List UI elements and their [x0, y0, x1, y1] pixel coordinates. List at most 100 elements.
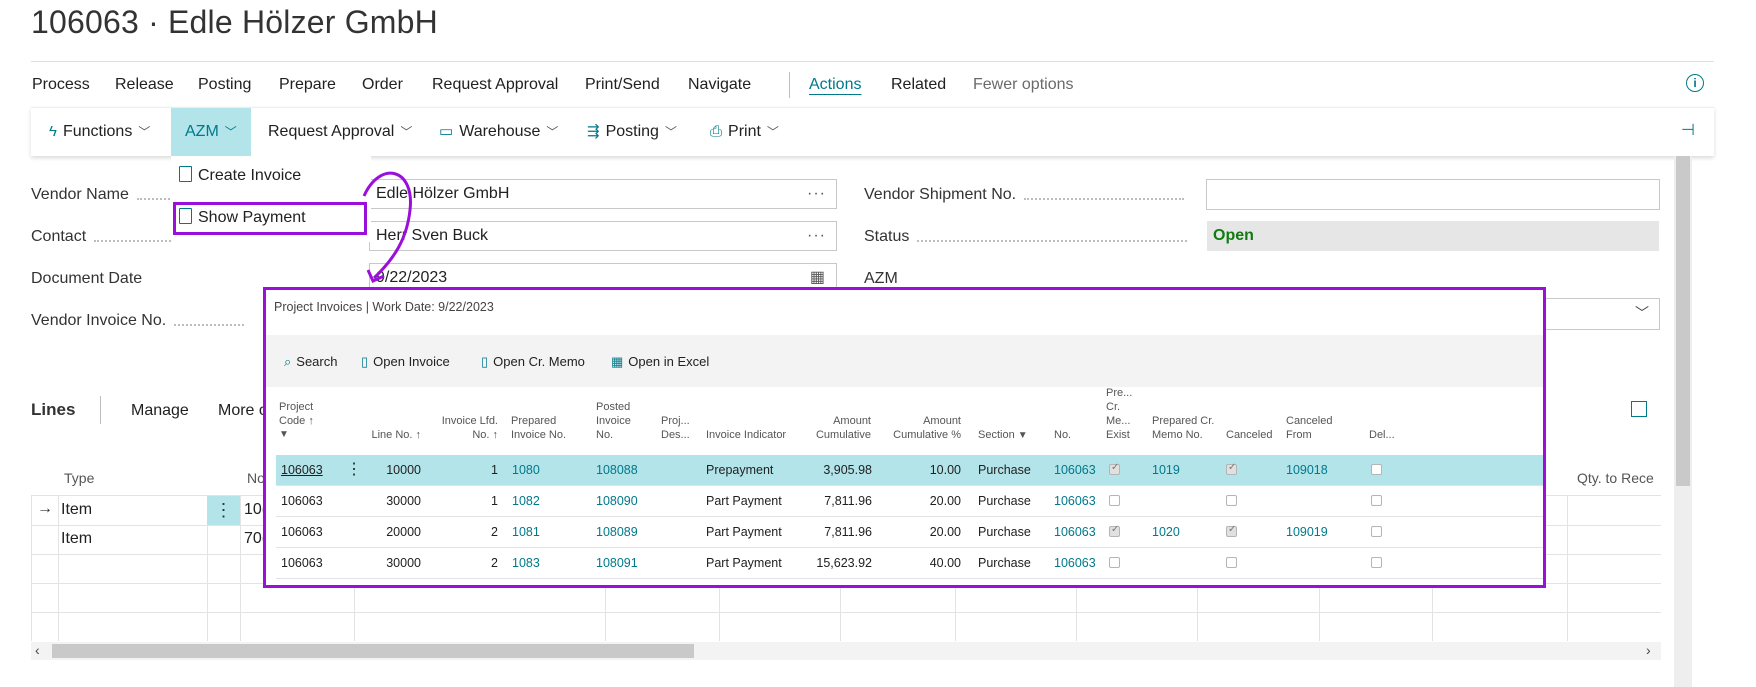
tab-prepare[interactable]: Prepare — [279, 76, 336, 94]
scroll-right-icon[interactable]: › — [1646, 642, 1651, 658]
cell-posted-invoice[interactable]: 108088 — [596, 463, 638, 477]
header-del[interactable]: Del... — [1369, 428, 1395, 442]
line-type[interactable]: Item — [61, 501, 92, 519]
vendor-shipment-label: Vendor Shipment No. — [864, 186, 1185, 204]
header-no[interactable]: No. — [1054, 428, 1071, 442]
status-label: Status — [864, 228, 1188, 246]
tab-request-approval[interactable]: Request Approval — [432, 76, 558, 94]
functions-button[interactable]: ϟ Functions ﹀ — [49, 108, 150, 156]
expand-icon[interactable] — [1631, 401, 1647, 417]
cell-canceled-from[interactable]: 109019 — [1286, 525, 1328, 539]
vendor-shipment-field[interactable] — [1206, 179, 1660, 210]
cell-no[interactable]: 106063 — [1054, 525, 1096, 539]
tab-posting[interactable]: Posting — [198, 76, 251, 94]
create-invoice-menu-item[interactable]: Create Invoice — [179, 166, 301, 185]
contact-field[interactable]: Herr Sven Buck ··· — [369, 221, 837, 251]
open-cr-memo-button[interactable]: ▯ Open Cr. Memo — [481, 354, 585, 370]
cell-no[interactable]: 106063 — [1054, 463, 1096, 477]
header-prepared-invoice[interactable]: Prepared Invoice No. — [511, 414, 566, 442]
header-pre-cr-exist[interactable]: Pre... Cr. Me... Exist — [1106, 386, 1132, 442]
cell-project-code[interactable]: 106063 — [281, 525, 323, 539]
popup-search-button[interactable]: ⌕ Search — [284, 354, 337, 370]
cell-no[interactable]: 106063 — [1054, 556, 1096, 570]
cell-project-code[interactable]: 106063 — [281, 494, 323, 508]
cell-project-code[interactable]: 106063 — [281, 463, 323, 477]
tab-fewer-options[interactable]: Fewer options — [973, 76, 1074, 94]
row-menu-icon[interactable]: ⋮ — [207, 496, 240, 525]
tab-related[interactable]: Related — [891, 76, 946, 94]
header-amount-cumulative[interactable]: Amount Cumulative — [796, 414, 871, 442]
row-menu-icon[interactable]: ⋮ — [346, 459, 362, 479]
header-line-no[interactable]: Line No. ↑ — [361, 414, 421, 442]
cell-canceled-from[interactable]: 109018 — [1286, 463, 1328, 477]
checkbox-cr-memo-exist[interactable] — [1109, 524, 1120, 537]
table-row[interactable]: 106063 20000 2 1081 108089 Part Payment … — [276, 517, 1543, 548]
chevron-down-icon: ﹀ — [546, 125, 559, 139]
tab-print-send[interactable]: Print/Send — [585, 76, 660, 94]
grid-line — [240, 496, 241, 641]
cell-prepared-invoice[interactable]: 1082 — [512, 494, 540, 508]
cell-posted-invoice[interactable]: 108090 — [596, 494, 638, 508]
lines-more-options[interactable]: More o — [218, 402, 268, 420]
lines-manage-tab[interactable]: Manage — [131, 402, 189, 420]
tab-navigate[interactable]: Navigate — [688, 76, 751, 94]
header-proj-des[interactable]: Proj... Des... — [661, 414, 690, 442]
cell-posted-invoice[interactable]: 108089 — [596, 525, 638, 539]
warehouse-button[interactable]: ▭ Warehouse ﹀ — [439, 108, 558, 156]
table-row[interactable]: 106063 ⋮ 10000 1 1080 108088 Prepayment … — [276, 455, 1543, 486]
checkbox-canceled[interactable] — [1226, 557, 1237, 568]
checkbox-del[interactable] — [1371, 526, 1382, 537]
cell-prepared-invoice[interactable]: 1081 — [512, 525, 540, 539]
cell-invoice-indicator: Part Payment — [706, 494, 782, 508]
pin-icon[interactable]: ⊣ — [1681, 120, 1695, 140]
cell-prepared-cr-memo[interactable]: 1020 — [1152, 525, 1180, 539]
request-approval-button[interactable]: Request Approval ﹀ — [268, 108, 412, 156]
header-prepared-cr-memo[interactable]: Prepared Cr. Memo No. — [1152, 414, 1214, 442]
open-invoice-button[interactable]: ▯ Open Invoice — [361, 354, 450, 370]
checkbox-cr-memo-exist[interactable] — [1109, 495, 1120, 506]
header-invoice-lfd[interactable]: Invoice Lfd. No. ↑ — [426, 414, 498, 442]
azm-button[interactable]: AZM ﹀ — [171, 108, 251, 156]
checkbox-del[interactable] — [1371, 557, 1382, 568]
vendor-name-field[interactable]: Edle Hölzer GmbH ··· — [369, 179, 837, 209]
tab-actions[interactable]: Actions — [809, 76, 861, 94]
document-date-field[interactable]: 9/22/2023 ▦ — [369, 263, 837, 287]
print-button[interactable]: ⎙ Print ﹀ — [710, 108, 779, 156]
table-row[interactable]: 106063 30000 1 1082 108090 Part Payment … — [276, 486, 1543, 517]
horizontal-scroll-thumb[interactable] — [52, 644, 694, 658]
grid-line — [58, 496, 59, 641]
checkbox-cr-memo-exist[interactable] — [1109, 557, 1120, 568]
header-project-code[interactable]: Project Code ↑ ▼ — [279, 400, 314, 442]
table-row[interactable]: 106063 30000 2 1083 108091 Part Payment … — [276, 548, 1543, 579]
header-invoice-indicator[interactable]: Invoice Indicator — [706, 428, 786, 442]
open-excel-button[interactable]: ▦ Open in Excel — [611, 354, 709, 370]
cell-prepared-cr-memo[interactable]: 1019 — [1152, 463, 1180, 477]
vertical-scroll-thumb[interactable] — [1676, 156, 1690, 486]
checkbox-canceled[interactable] — [1226, 495, 1237, 506]
document-icon: ▯ — [361, 354, 369, 369]
checkbox-canceled[interactable] — [1226, 524, 1237, 537]
checkbox-del[interactable] — [1371, 495, 1382, 506]
header-section[interactable]: Section ▼ — [978, 428, 1028, 443]
cell-no[interactable]: 106063 — [1054, 494, 1096, 508]
cell-prepared-invoice[interactable]: 1080 — [512, 463, 540, 477]
tab-process[interactable]: Process — [32, 76, 90, 94]
info-icon[interactable]: i — [1686, 74, 1704, 92]
tab-order[interactable]: Order — [362, 76, 403, 94]
header-canceled-from[interactable]: Canceled From — [1286, 414, 1332, 442]
header-posted-invoice[interactable]: Posted Invoice No. — [596, 400, 631, 442]
posting-button[interactable]: ⇶ Posting ﹀ — [587, 108, 677, 156]
cell-project-code[interactable]: 106063 — [281, 556, 323, 570]
header-amount-cumulative-pct[interactable]: Amount Cumulative % — [881, 414, 961, 442]
scroll-left-icon[interactable]: ‹ — [35, 642, 40, 658]
header-canceled[interactable]: Canceled — [1226, 428, 1272, 442]
checkbox-cr-memo-exist[interactable] — [1109, 462, 1120, 475]
document-icon — [179, 166, 192, 182]
search-icon: ⌕ — [284, 354, 292, 369]
cell-prepared-invoice[interactable]: 1083 — [512, 556, 540, 570]
line-type[interactable]: Item — [61, 530, 92, 548]
checkbox-canceled[interactable] — [1226, 462, 1237, 475]
checkbox-del[interactable] — [1371, 464, 1382, 475]
tab-release[interactable]: Release — [115, 76, 174, 94]
cell-posted-invoice[interactable]: 108091 — [596, 556, 638, 570]
